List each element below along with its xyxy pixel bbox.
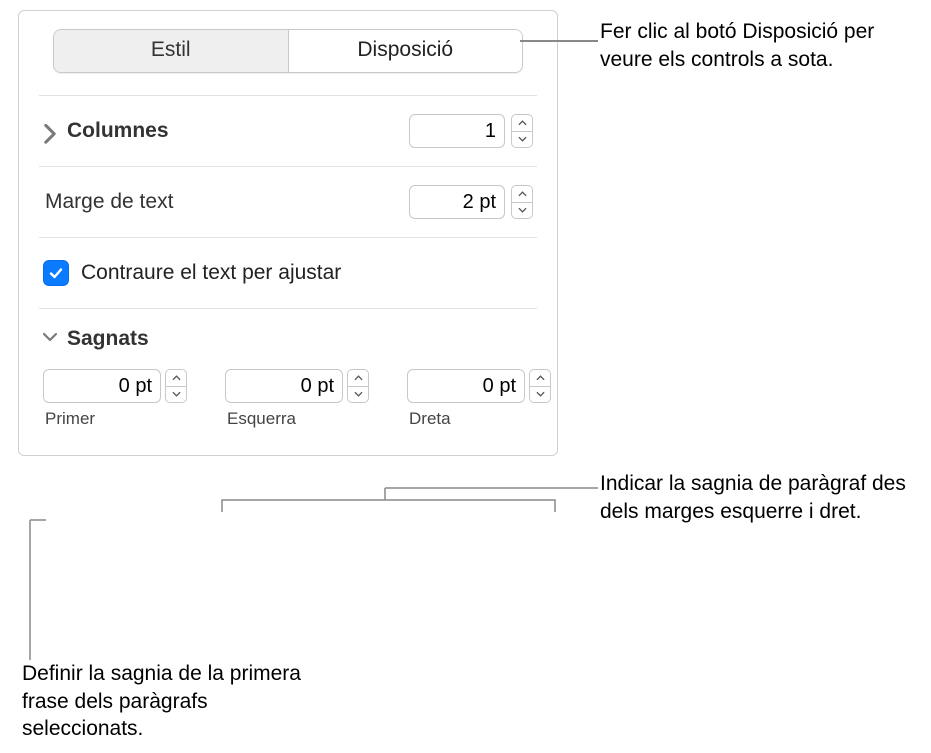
- shrink-text-label: Contraure el text per ajustar: [81, 261, 341, 285]
- tab-segmented: Estil Disposició: [53, 29, 523, 73]
- text-inset-label-group: Marge de text: [43, 190, 173, 214]
- indent-left-step-up[interactable]: [348, 370, 368, 387]
- indent-left-col: Esquerra: [225, 369, 369, 429]
- indent-first-step-up[interactable]: [166, 370, 186, 387]
- layout-panel: Estil Disposició Columnes Marge de text: [18, 10, 558, 456]
- text-inset-input[interactable]: [409, 185, 505, 219]
- tab-layout-label: Disposició: [357, 38, 453, 61]
- text-inset-step-down[interactable]: [512, 203, 532, 219]
- indent-left-label: Esquerra: [225, 409, 369, 429]
- indents-label: Sagnats: [67, 327, 149, 351]
- columns-step-up[interactable]: [512, 115, 532, 132]
- indent-first-step-down[interactable]: [166, 387, 186, 403]
- indent-first-stepper: [43, 369, 187, 403]
- text-inset-label: Marge de text: [45, 190, 173, 214]
- indent-right-spinner: [529, 369, 551, 403]
- text-inset-spinner: [511, 185, 533, 219]
- columns-spinner: [511, 114, 533, 148]
- indent-right-col: Dreta: [407, 369, 551, 429]
- tab-style-label: Estil: [151, 38, 191, 61]
- callout-line-first: [20, 520, 80, 660]
- shrink-text-row: Contraure el text per ajustar: [41, 238, 535, 308]
- indent-right-label: Dreta: [407, 409, 551, 429]
- indent-left-step-down[interactable]: [348, 387, 368, 403]
- columns-input[interactable]: [409, 114, 505, 148]
- indent-right-step-up[interactable]: [530, 370, 550, 387]
- indent-left-spinner: [347, 369, 369, 403]
- indent-first-label: Primer: [43, 409, 187, 429]
- callout-layout-tab: Fer clic al botó Disposició per veure el…: [600, 18, 910, 73]
- columns-stepper: [409, 114, 533, 148]
- callout-first: Definir la sagnia de la primera frase de…: [22, 660, 302, 743]
- text-inset-stepper: [409, 185, 533, 219]
- tab-layout[interactable]: Disposició: [288, 30, 523, 72]
- text-inset-step-up[interactable]: [512, 186, 532, 203]
- indents-row: Primer Esquerra Dreta: [41, 359, 535, 437]
- indent-first-col: Primer: [43, 369, 187, 429]
- text-inset-row: Marge de text: [41, 167, 535, 237]
- chevron-right-icon[interactable]: [43, 124, 57, 138]
- indent-first-spinner: [165, 369, 187, 403]
- indents-header[interactable]: Sagnats: [41, 309, 535, 359]
- indent-right-input[interactable]: [407, 369, 525, 403]
- shrink-text-checkbox[interactable]: [43, 260, 69, 286]
- callout-bracket-icon: [200, 488, 600, 548]
- indent-left-stepper: [225, 369, 369, 403]
- columns-label-group: Columnes: [43, 119, 169, 143]
- columns-row: Columnes: [41, 96, 535, 166]
- indent-right-stepper: [407, 369, 551, 403]
- indent-first-input[interactable]: [43, 369, 161, 403]
- tab-style[interactable]: Estil: [54, 30, 288, 72]
- columns-step-down[interactable]: [512, 132, 532, 148]
- indent-left-input[interactable]: [225, 369, 343, 403]
- callout-line: [520, 40, 598, 42]
- chevron-down-icon: [43, 332, 57, 346]
- callout-margins: Indicar la sagnia de paràgraf des dels m…: [600, 470, 920, 525]
- indent-right-step-down[interactable]: [530, 387, 550, 403]
- columns-label: Columnes: [67, 119, 169, 143]
